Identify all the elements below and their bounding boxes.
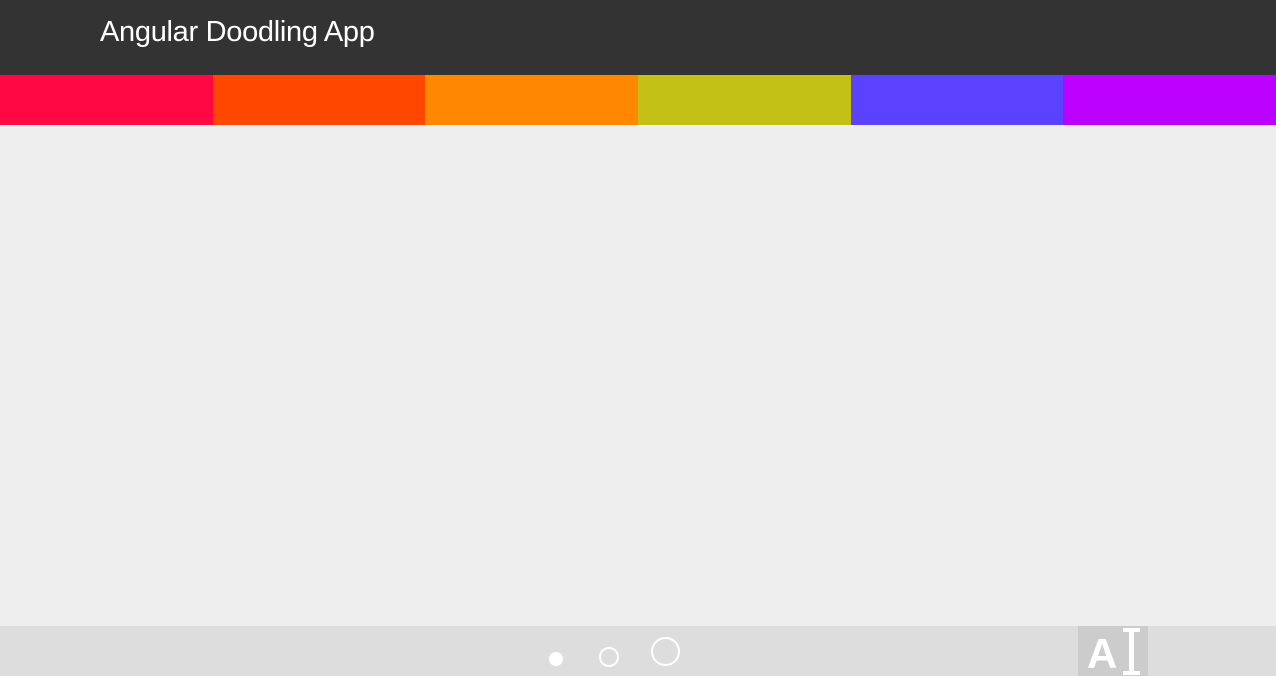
- text-tool-button[interactable]: A: [1078, 626, 1148, 676]
- color-swatch-olive[interactable]: [638, 75, 851, 125]
- color-palette: [0, 75, 1276, 125]
- color-swatch-orange-red[interactable]: [212, 75, 426, 125]
- doodling-app: Angular Doodling App A: [0, 0, 1276, 676]
- text-cursor-icon: A: [1087, 628, 1140, 676]
- color-swatch-red[interactable]: [0, 75, 213, 125]
- app-header: Angular Doodling App: [0, 0, 1276, 75]
- brush-large-button[interactable]: [651, 637, 680, 666]
- color-swatch-orange[interactable]: [425, 75, 639, 125]
- text-tool-glyph: A: [1087, 630, 1117, 676]
- brush-medium-button[interactable]: [599, 647, 619, 667]
- drawing-canvas[interactable]: [0, 125, 1276, 626]
- brush-small-button[interactable]: [549, 652, 563, 666]
- color-swatch-purple[interactable]: [1063, 75, 1276, 125]
- tool-bar: A: [0, 626, 1276, 676]
- color-swatch-blue-violet[interactable]: [850, 75, 1064, 125]
- app-title: Angular Doodling App: [100, 16, 375, 48]
